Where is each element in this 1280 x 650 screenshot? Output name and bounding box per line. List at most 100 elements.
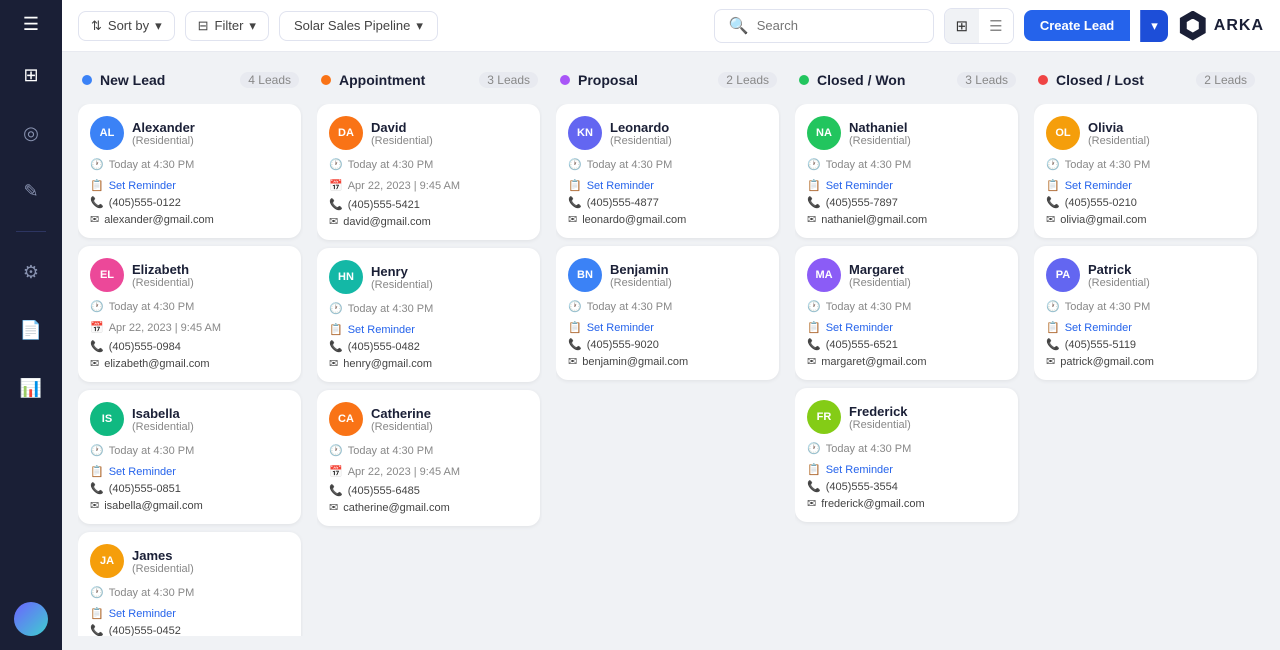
filter-button[interactable]: ⊟ Filter ▾	[185, 11, 269, 41]
card-email-alexander: ✉ alexander@gmail.com	[90, 213, 289, 226]
clock-icon: 🕐	[1046, 300, 1060, 313]
time-value: Today at 4:30 PM	[109, 445, 195, 457]
sidebar-divider	[16, 231, 46, 232]
card-reminder-benjamin[interactable]: 📋 Set Reminder	[568, 321, 767, 334]
card-time-benjamin: 🕐 Today at 4:30 PM	[568, 300, 767, 313]
email-icon: ✉	[568, 213, 577, 226]
card-email-benjamin: ✉ benjamin@gmail.com	[568, 355, 767, 368]
col-dot-closed-lost	[1038, 75, 1048, 85]
list-view-button[interactable]: ☰	[979, 9, 1013, 43]
card-catherine[interactable]: CA Catherine (Residential) 🕐 Today at 4:…	[317, 390, 540, 526]
card-name-alexander: Alexander	[132, 120, 195, 135]
card-reminder-margaret[interactable]: 📋 Set Reminder	[807, 321, 1006, 334]
reminder-cal-icon: 📋	[568, 179, 582, 192]
phone-icon: 📞	[807, 480, 821, 493]
card-name-henry: Henry	[371, 264, 433, 279]
appt-value: Apr 22, 2023 | 9:45 AM	[109, 322, 221, 334]
time-value: Today at 4:30 PM	[109, 159, 195, 171]
card-reminder-isabella[interactable]: 📋 Set Reminder	[90, 465, 289, 478]
card-name-james: James	[132, 548, 194, 563]
card-time-henry: 🕐 Today at 4:30 PM	[329, 302, 528, 315]
grid-view-button[interactable]: ⊞	[945, 9, 979, 43]
card-leonardo[interactable]: KN Leonardo (Residential) 🕐 Today at 4:3…	[556, 104, 779, 238]
create-lead-dropdown-button[interactable]: ▾	[1140, 10, 1168, 42]
time-value: Today at 4:30 PM	[587, 301, 673, 313]
card-reminder-olivia[interactable]: 📋 Set Reminder	[1046, 179, 1245, 192]
search-input[interactable]	[757, 18, 919, 33]
card-type-catherine: (Residential)	[371, 421, 433, 433]
card-header-frederick: FR Frederick (Residential)	[807, 400, 1006, 434]
avatar-alexander: AL	[90, 116, 124, 150]
card-isabella[interactable]: IS Isabella (Residential) 🕐 Today at 4:3…	[78, 390, 301, 524]
card-reminder-nathaniel[interactable]: 📋 Set Reminder	[807, 179, 1006, 192]
card-margaret[interactable]: MA Margaret (Residential) 🕐 Today at 4:3…	[795, 246, 1018, 380]
user-avatar[interactable]	[14, 602, 48, 636]
pipeline-selector[interactable]: Solar Sales Pipeline ▾	[279, 11, 438, 41]
sidebar-item-docs[interactable]: 📄	[13, 312, 49, 348]
sidebar-item-tasks[interactable]: ✎	[13, 173, 49, 209]
reminder-label: Set Reminder	[587, 322, 654, 334]
phone-icon: 📞	[329, 340, 343, 353]
card-alexander[interactable]: AL Alexander (Residential) 🕐 Today at 4:…	[78, 104, 301, 238]
phone-value: (405)555-5119	[1065, 339, 1136, 351]
sidebar-item-settings[interactable]: ⚙	[13, 254, 49, 290]
card-phone-alexander: 📞 (405)555-0122	[90, 196, 289, 209]
avatar-margaret: MA	[807, 258, 841, 292]
reminder-label: Set Reminder	[1065, 180, 1132, 192]
clock-icon: 🕐	[329, 158, 343, 171]
card-frederick[interactable]: FR Frederick (Residential) 🕐 Today at 4:…	[795, 388, 1018, 522]
phone-icon: 📞	[1046, 338, 1060, 351]
col-title-appointment: Appointment	[339, 72, 471, 88]
card-reminder-james[interactable]: 📋 Set Reminder	[90, 607, 289, 620]
sidebar-item-dashboard[interactable]: ⊞	[13, 57, 49, 93]
card-olivia[interactable]: OL Olivia (Residential) 🕐 Today at 4:30 …	[1034, 104, 1257, 238]
card-david[interactable]: DA David (Residential) 🕐 Today at 4:30 P…	[317, 104, 540, 240]
card-reminder-patrick[interactable]: 📋 Set Reminder	[1046, 321, 1245, 334]
card-name-david: David	[371, 120, 433, 135]
clock-icon: 🕐	[1046, 158, 1060, 171]
sidebar-item-leads[interactable]: ◎	[13, 115, 49, 151]
card-time-alexander: 🕐 Today at 4:30 PM	[90, 158, 289, 171]
clock-icon: 🕐	[329, 444, 343, 457]
clock-icon: 🕐	[568, 158, 582, 171]
sort-icon: ⇅	[91, 18, 102, 34]
phone-icon: 📞	[807, 196, 821, 209]
filter-label: Filter	[215, 18, 244, 33]
sidebar-item-analytics[interactable]: 📊	[13, 370, 49, 406]
sort-chevron-icon: ▾	[155, 18, 162, 34]
card-name-elizabeth: Elizabeth	[132, 262, 194, 277]
col-title-proposal: Proposal	[578, 72, 710, 88]
reminder-label: Set Reminder	[109, 180, 176, 192]
card-reminder-frederick[interactable]: 📋 Set Reminder	[807, 463, 1006, 476]
card-reminder-alexander[interactable]: 📋 Set Reminder	[90, 179, 289, 192]
card-reminder-henry[interactable]: 📋 Set Reminder	[329, 323, 528, 336]
card-henry[interactable]: HN Henry (Residential) 🕐 Today at 4:30 P…	[317, 248, 540, 382]
email-icon: ✉	[329, 215, 338, 228]
reminder-label: Set Reminder	[348, 324, 415, 336]
sort-by-button[interactable]: ⇅ Sort by ▾	[78, 11, 175, 41]
clock-icon: 🕐	[90, 300, 104, 313]
phone-icon: 📞	[90, 482, 104, 495]
card-patrick[interactable]: PA Patrick (Residential) 🕐 Today at 4:30…	[1034, 246, 1257, 380]
card-james[interactable]: JA James (Residential) 🕐 Today at 4:30 P…	[78, 532, 301, 636]
create-lead-button[interactable]: Create Lead	[1024, 10, 1130, 41]
clock-icon: 🕐	[329, 302, 343, 315]
email-icon: ✉	[90, 213, 99, 226]
card-elizabeth[interactable]: EL Elizabeth (Residential) 🕐 Today at 4:…	[78, 246, 301, 382]
search-box[interactable]: 🔍	[714, 9, 934, 43]
col-header-new-lead: New Lead 4 Leads	[78, 66, 303, 94]
clock-icon: 🕐	[90, 586, 104, 599]
card-benjamin[interactable]: BN Benjamin (Residential) 🕐 Today at 4:3…	[556, 246, 779, 380]
card-header-olivia: OL Olivia (Residential)	[1046, 116, 1245, 150]
card-nathaniel[interactable]: NA Nathaniel (Residential) 🕐 Today at 4:…	[795, 104, 1018, 238]
card-time-nathaniel: 🕐 Today at 4:30 PM	[807, 158, 1006, 171]
reminder-label: Set Reminder	[109, 608, 176, 620]
card-phone-james: 📞 (405)555-0452	[90, 624, 289, 636]
col-dot-closed-won	[799, 75, 809, 85]
card-email-isabella: ✉ isabella@gmail.com	[90, 499, 289, 512]
col-cards-closed-won: NA Nathaniel (Residential) 🕐 Today at 4:…	[795, 104, 1020, 636]
reminder-cal-icon: 📋	[807, 463, 821, 476]
card-reminder-leonardo[interactable]: 📋 Set Reminder	[568, 179, 767, 192]
menu-icon[interactable]: ☰	[23, 14, 39, 35]
reminder-cal-icon: 📋	[1046, 179, 1060, 192]
